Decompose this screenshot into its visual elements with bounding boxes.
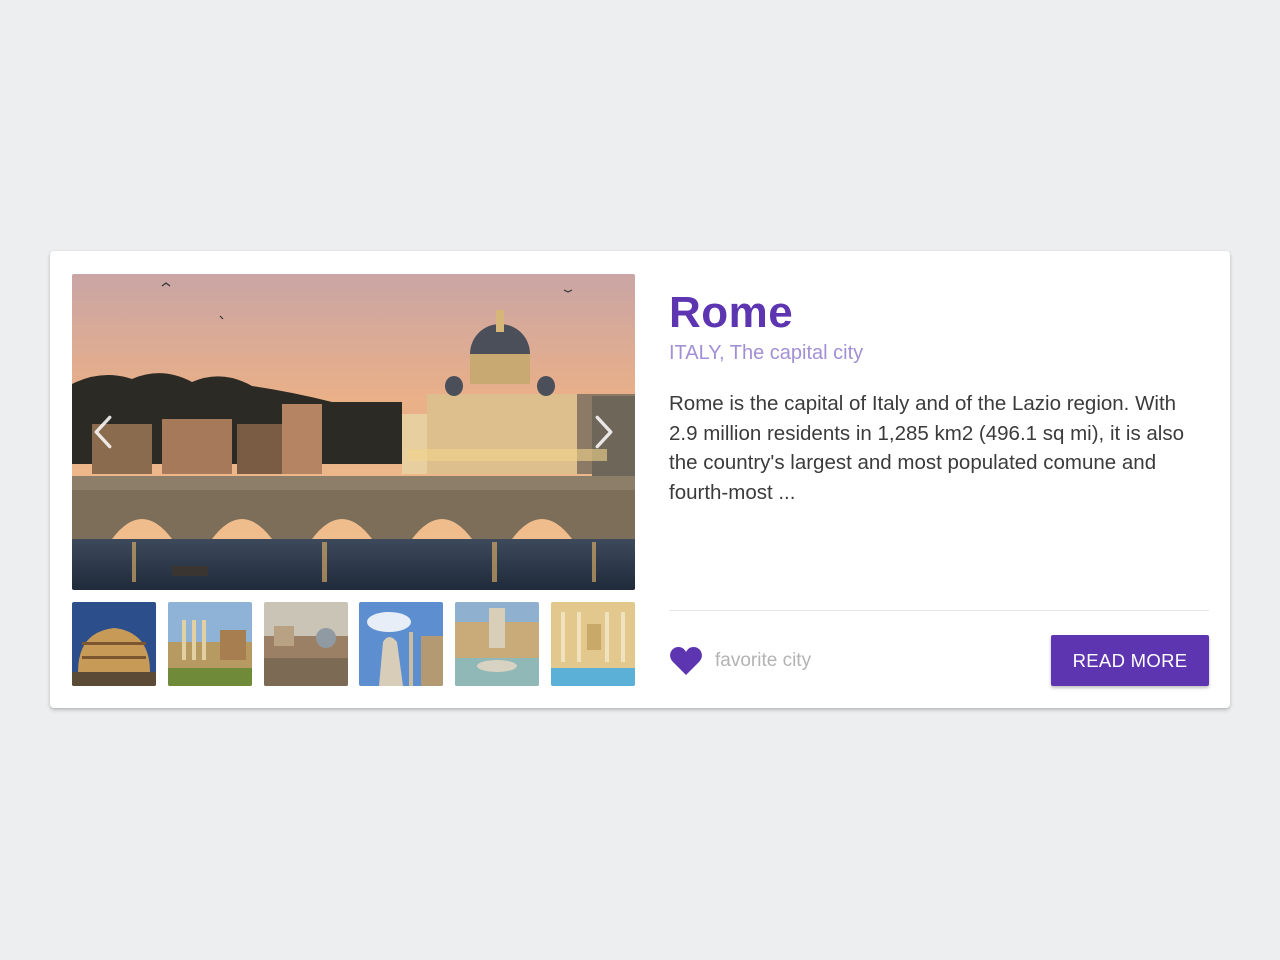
trevi-fountain-image	[550, 602, 635, 686]
destination-card: Rome ITALY, The capital city Rome is the…	[50, 251, 1230, 708]
heart-icon	[670, 647, 702, 675]
carousel-next-button[interactable]	[589, 414, 619, 450]
city-description: Rome is the capital of Italy and of the …	[669, 392, 1185, 504]
carousel-prev-button[interactable]	[88, 414, 118, 450]
colosseum-image	[72, 602, 156, 686]
piazza-fountain-image	[455, 602, 540, 686]
statue-image	[359, 602, 444, 686]
rome-cityscape-image	[263, 602, 348, 686]
thumbnail-strip	[72, 602, 635, 686]
read-more-button[interactable]: READ MORE	[1051, 635, 1209, 686]
thumbnail-forum[interactable]	[167, 602, 252, 686]
main-photo[interactable]	[72, 274, 635, 590]
city-subtitle: ITALY, The capital city	[669, 342, 864, 364]
thumbnail-statue[interactable]	[359, 602, 444, 686]
city-title: Rome	[669, 288, 794, 337]
favorite-label: favorite city	[715, 650, 812, 671]
divider	[669, 610, 1209, 611]
thumbnail-colosseum[interactable]	[72, 602, 156, 686]
thumbnail-trevi[interactable]	[550, 602, 635, 686]
chevron-right-icon	[595, 415, 613, 449]
thumbnail-fountain[interactable]	[455, 602, 540, 686]
rome-skyline-photo	[72, 274, 635, 590]
roman-forum-image	[167, 602, 252, 686]
thumbnail-cityscape[interactable]	[263, 602, 348, 686]
chevron-left-icon	[94, 415, 112, 449]
favorite-toggle[interactable]: favorite city	[669, 641, 811, 681]
